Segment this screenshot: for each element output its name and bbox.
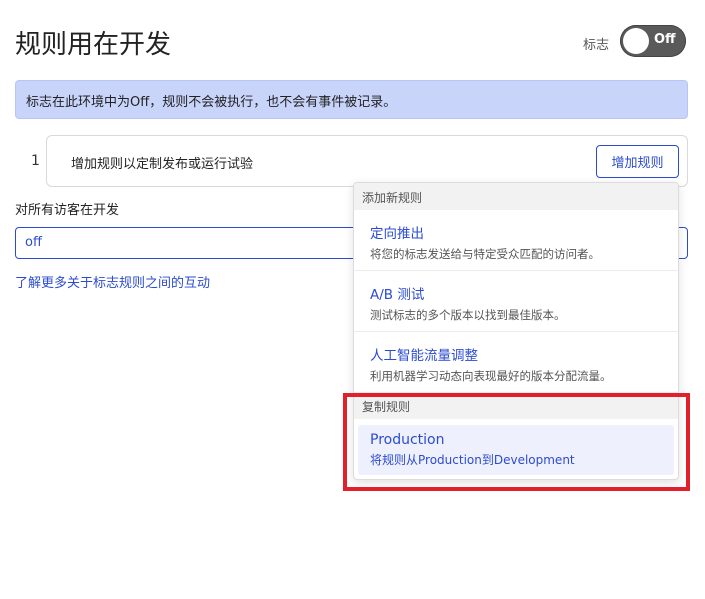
menu-item-ai-traffic[interactable]: 人工智能流量调整 利用机器学习动态向表现最好的版本分配流量。 [354,332,678,393]
menu-item-desc: 将您的标志发送给与特定受众匹配的访问者。 [370,247,600,261]
rule-number: 1 [31,153,40,169]
flag-toggle-label: 标志 [583,38,610,53]
rule-placeholder-text: 增加规则以定制发布或运行试验 [71,157,254,172]
flag-toggle[interactable]: Off [620,25,686,57]
rules-page: 规则用在开发 标志 Off 标志在此环境中为Off，规则不会被执行，也不会有事件… [0,0,705,599]
info-banner: 标志在此环境中为Off，规则不会被执行，也不会有事件被记录。 [15,80,688,119]
menu-item-desc: 利用机器学习动态向表现最好的版本分配流量。 [370,369,612,383]
dropdown-section-add-header: 添加新规则 [354,183,678,210]
menu-item-title: 定向推出 [370,226,424,242]
menu-item-title: 人工智能流量调整 [370,348,478,364]
menu-item-targeted-rollout[interactable]: 定向推出 将您的标志发送给与特定受众匹配的访问者。 [354,210,678,271]
add-rule-button[interactable]: 增加规则 [596,145,679,178]
menu-item-ab-test[interactable]: A/B 测试 测试标志的多个版本以找到最佳版本。 [354,271,678,332]
default-rule-label: 对所有访客在开发 [15,203,120,218]
toggle-knob [623,28,649,54]
learn-more-link[interactable]: 了解更多关于标志规则之间的互动 [15,272,210,291]
rule-card: 增加规则以定制发布或运行试验 增加规则 [46,135,688,187]
page-title: 规则用在开发 [15,30,172,60]
highlight-box [343,393,690,491]
toggle-state-text: Off [654,32,676,47]
menu-item-desc: 测试标志的多个版本以找到最佳版本。 [370,308,566,322]
menu-item-title: A/B 测试 [370,287,425,303]
